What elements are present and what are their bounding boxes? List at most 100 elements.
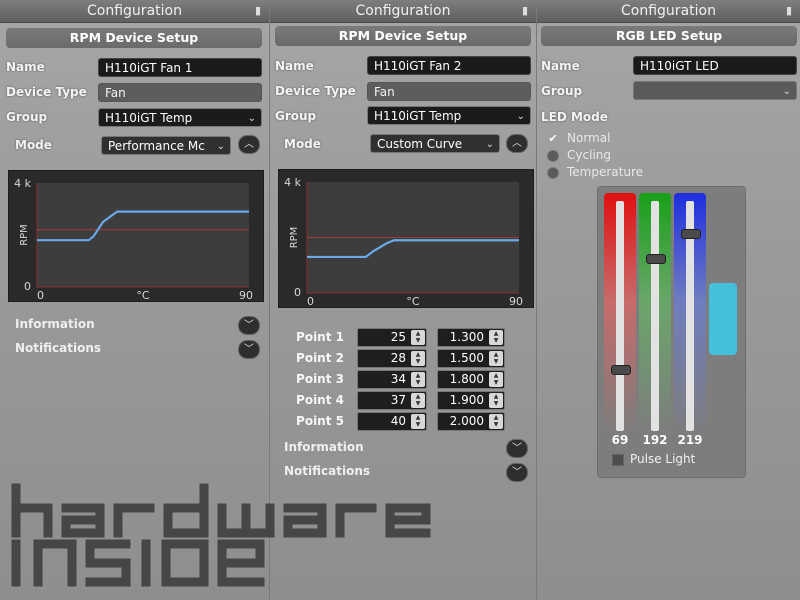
chevron-down-icon: ⌄ [216,141,225,152]
x-axis-label: °C [136,289,150,301]
checkbox-icon [612,453,624,466]
point-rpm-value: 1.500 [449,351,484,365]
chevron-down-icon: ⌄ [782,86,791,97]
chevron-down-icon: ⌄ [247,113,256,124]
expand-notifications-button[interactable]: ﹀ [506,463,528,482]
panel-titlebar: Configuration ▮ [0,0,269,23]
expand-notifications-button[interactable]: ﹀ [238,340,260,359]
mode-option-normal[interactable]: ✔ Normal [547,131,610,145]
spinner-arrows-icon[interactable]: ▲ ▼ [489,393,503,408]
y-tick-label-top: 4 k [14,177,31,190]
red-value: 69 [611,433,629,447]
pulse-light-label: Pulse Light [630,452,696,466]
rpm-curve-chart: 4 k 0 0 90 °C RPM [8,170,264,302]
spinner-arrows-icon[interactable]: ▲ ▼ [411,330,425,345]
y-tick-label-bottom: 0 [294,286,301,299]
rpm-setup-panel-1: Configuration ▮ RPM Device Setup Name H1… [0,0,270,600]
name-label: Name [275,59,314,73]
expand-information-button[interactable]: ﹀ [238,316,260,335]
expand-information-button[interactable]: ﹀ [506,439,528,458]
red-slider-thumb[interactable] [611,364,631,375]
spinner-arrows-icon[interactable]: ▲ ▼ [411,351,425,366]
mode-select-value: Custom Curve [377,137,463,151]
point-rpm-spinner[interactable]: 1.500 ▲ ▼ [437,349,505,368]
device-type-label: Device Type [6,85,87,99]
green-channel [639,193,671,433]
red-channel [604,193,636,433]
panel-title: Configuration [355,3,451,19]
x-tick-label-left: 0 [307,295,314,307]
spinner-arrows-icon[interactable]: ▲ ▼ [489,351,503,366]
point-temp-spinner[interactable]: 34 ▲ ▼ [357,370,427,389]
green-value: 192 [642,433,668,447]
group-select-value: H110iGT Temp [374,109,462,123]
point-temp-value: 25 [390,330,406,344]
point-rpm-value: 1.900 [449,393,484,407]
blue-value: 219 [677,433,703,447]
pin-icon[interactable]: ▮ [786,0,792,22]
y-tick-label-bottom: 0 [24,280,31,293]
device-type-field: Fan [98,83,262,102]
section-header: RPM Device Setup [6,28,262,48]
point-rpm-spinner[interactable]: 1.900 ▲ ▼ [437,391,505,410]
spinner-arrows-icon[interactable]: ▲ ▼ [489,372,503,387]
panel-titlebar: Configuration ▮ [270,0,536,23]
spinner-arrows-icon[interactable]: ▲ ▼ [411,414,425,429]
mode-option-label: Normal [567,131,611,145]
mode-select[interactable]: Custom Curve ⌄ [370,134,500,153]
point-rpm-spinner[interactable]: 1.300 ▲ ▼ [437,328,505,347]
spinner-arrows-icon[interactable]: ▲ ▼ [411,372,425,387]
group-select[interactable]: H110iGT Temp ⌄ [98,108,262,127]
group-label: Group [275,109,317,123]
radio-icon [547,149,559,162]
point-temp-spinner[interactable]: 25 ▲ ▼ [357,328,427,347]
green-slider-track[interactable] [651,201,659,431]
spinner-arrows-icon[interactable]: ▲ ▼ [411,393,425,408]
pin-icon[interactable]: ▮ [255,0,261,22]
device-type-field: Fan [367,82,531,101]
y-axis-label: RPM [289,227,300,249]
name-input[interactable]: H110iGT LED [633,56,797,75]
point-label: Point 5 [296,414,344,428]
device-type-label: Device Type [275,84,356,98]
blue-slider-thumb[interactable] [681,229,701,240]
group-select-value: H110iGT Temp [105,111,193,125]
mode-option-cycling[interactable]: Cycling [547,148,611,162]
green-slider-thumb[interactable] [646,253,666,264]
name-input[interactable]: H110iGT Fan 1 [98,58,262,77]
point-rpm-spinner[interactable]: 1.800 ▲ ▼ [437,370,505,389]
point-label: Point 4 [296,393,344,407]
notifications-section-label: Notifications [284,464,371,478]
spinner-arrows-icon[interactable]: ▲ ▼ [489,330,503,345]
group-label: Group [6,110,48,124]
chart-svg: 4 k 00 90 °C RPM [14,177,253,302]
pulse-light-checkbox[interactable]: Pulse Light [612,452,695,466]
chevron-down-icon: ⌄ [485,139,494,150]
notifications-section-label: Notifications [15,341,102,355]
point-temp-spinner[interactable]: 40 ▲ ▼ [357,412,427,431]
point-temp-value: 34 [390,372,406,386]
point-temp-spinner[interactable]: 37 ▲ ▼ [357,391,427,410]
red-slider-track[interactable] [616,201,624,431]
name-input[interactable]: H110iGT Fan 2 [367,56,531,75]
point-rpm-spinner[interactable]: 2.000 ▲ ▼ [437,412,505,431]
mode-option-temperature[interactable]: Temperature [547,165,643,179]
spinner-arrows-icon[interactable]: ▲ ▼ [489,414,503,429]
section-header: RPM Device Setup [275,26,531,46]
group-select[interactable]: H110iGT Temp ⌄ [367,106,531,125]
check-icon: ✔ [548,132,558,145]
group-select[interactable]: ⌄ [633,81,797,100]
mode-select-value: Performance Mc [108,139,205,153]
blue-channel [674,193,706,433]
pin-icon[interactable]: ▮ [522,0,528,22]
mode-select[interactable]: Performance Mc ⌄ [101,136,231,155]
x-tick-label-right: 90 [239,289,253,301]
point-temp-spinner[interactable]: 28 ▲ ▼ [357,349,427,368]
collapse-mode-button[interactable]: ︿ [238,135,260,154]
collapse-mode-button[interactable]: ︿ [506,134,528,153]
group-label: Group [541,84,583,98]
rpm-curve-chart: 4 k 0 0 90 °C RPM [278,169,534,308]
information-section-label: Information [284,440,364,454]
information-section-label: Information [15,317,95,331]
chart-svg: 4 k 00 90 °C RPM [284,176,523,308]
